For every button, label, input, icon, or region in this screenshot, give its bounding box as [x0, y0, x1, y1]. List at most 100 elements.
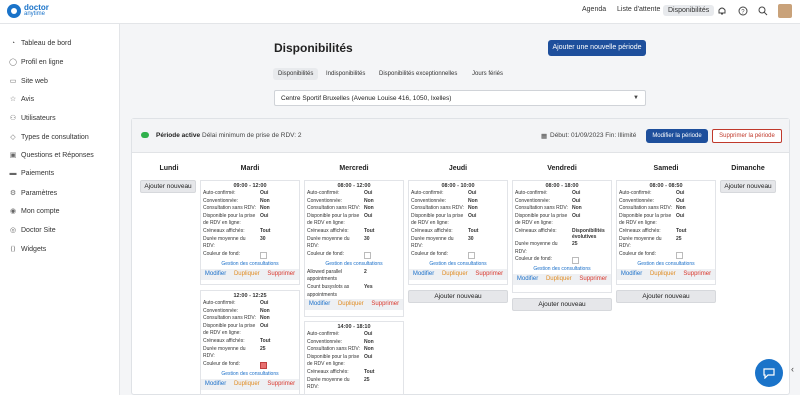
field-label: Conventionnée:: [515, 197, 551, 204]
field-value: Non: [676, 205, 686, 212]
field-value: Non: [260, 197, 270, 204]
sidebar-item-users[interactable]: ⚇ Utilisateurs: [8, 114, 56, 123]
dashboard-icon: ◔: [10, 40, 16, 47]
sidebar-item-consult-types[interactable]: ◇ Types de consultation: [8, 133, 88, 142]
add-slot-lundi-button[interactable]: Ajouter nouveau: [140, 180, 196, 193]
manage-consultations-link[interactable]: Gestion des consultations: [617, 261, 715, 267]
field-value: 30: [468, 235, 474, 242]
delete-button[interactable]: Supprimer: [579, 274, 607, 285]
sidebar-item-label: Paiements: [21, 170, 55, 177]
add-slot-jeudi-button[interactable]: Ajouter nouveau: [408, 290, 508, 303]
field-value: Oui: [676, 197, 685, 204]
tab-holidays[interactable]: Jours fériés: [467, 68, 508, 80]
manage-consultations-link[interactable]: Gestion des consultations: [513, 266, 611, 272]
tab-unavailability[interactable]: Indisponibilités: [321, 68, 370, 80]
field-value: Oui: [260, 212, 269, 219]
tab-exceptional[interactable]: Disponibilités exceptionnelles: [374, 68, 462, 80]
field-value: Non: [364, 205, 374, 212]
field-label: Durée moyenne du: [411, 235, 454, 242]
field-label: RDV:: [411, 243, 423, 250]
bell-icon[interactable]: [716, 6, 728, 18]
sidebar-item-dashboard[interactable]: ◔ Tableau de bord: [8, 40, 71, 47]
location-select[interactable]: Centre Sportif Bruxelles (Avenue Louise …: [274, 90, 646, 106]
day-header-mercredi: Mercredi: [339, 165, 369, 172]
slot-time: 08:00 - 08:50: [649, 183, 683, 189]
duplicate-button[interactable]: Dupliquer: [546, 274, 572, 285]
delete-button[interactable]: Supprimer: [371, 299, 399, 310]
field-label: Couleur de fond:: [307, 250, 344, 257]
tab-availability[interactable]: Disponibilités: [273, 68, 319, 80]
delete-button[interactable]: Supprimer: [267, 269, 295, 280]
modify-button[interactable]: Modifier: [413, 269, 434, 280]
field-value: 30: [364, 235, 370, 242]
add-slot-dimanche-button[interactable]: Ajouter nouveau: [720, 180, 776, 193]
duplicate-button[interactable]: Dupliquer: [234, 269, 260, 280]
nav-agenda[interactable]: Agenda: [582, 6, 606, 13]
field-label: Créneaux affichés:: [203, 337, 245, 344]
chat-icon[interactable]: [755, 359, 783, 387]
field-value: Non: [260, 315, 270, 322]
modify-button[interactable]: Modifier: [517, 274, 538, 285]
delete-button[interactable]: Supprimer: [475, 269, 503, 280]
sidebar-item-widgets[interactable]: ⟨⟩ Widgets: [8, 245, 46, 254]
sidebar-item-label: Avis: [21, 95, 35, 103]
duplicate-button[interactable]: Dupliquer: [442, 269, 468, 280]
color-swatch: [676, 251, 683, 259]
search-icon[interactable]: [757, 6, 769, 18]
field-label: Disponible pour la prise: [203, 212, 256, 219]
chevron-left-icon[interactable]: ‹: [791, 364, 794, 374]
manage-consultations-link[interactable]: Gestion des consultations: [201, 371, 299, 377]
slot-time: 09:00 - 12:00: [233, 183, 267, 189]
field-label: de RDV en ligne:: [515, 220, 553, 227]
manage-consultations-link[interactable]: Gestion des consultations: [409, 261, 507, 267]
duplicate-button[interactable]: Dupliquer: [234, 379, 260, 390]
add-slot-vendredi-button[interactable]: Ajouter nouveau: [512, 298, 612, 311]
field-label: Durée moyenne du: [515, 240, 558, 247]
field-label: Créneaux affichés:: [411, 227, 453, 234]
duplicate-button[interactable]: Dupliquer: [338, 299, 364, 310]
delete-button[interactable]: Supprimer: [267, 379, 295, 390]
modify-button[interactable]: Modifier: [309, 299, 330, 310]
period-delay: Délai minimum de prise de RDV: 2: [202, 132, 302, 139]
modify-button[interactable]: Modifier: [205, 379, 226, 390]
brand-logo[interactable]: doctor anytime: [7, 4, 49, 18]
field-label: Allowed parallel: [307, 268, 343, 275]
manage-consultations-link[interactable]: Gestion des consultations: [305, 261, 403, 267]
sidebar-item-website[interactable]: ▭ Site web: [8, 77, 48, 86]
sidebar-item-qa[interactable]: ▣ Questions et Réponses: [8, 151, 94, 160]
add-period-button[interactable]: Ajouter une nouvelle période: [548, 40, 646, 56]
field-label: Conventionnée:: [307, 338, 343, 345]
user-avatar[interactable]: [778, 4, 792, 18]
nav-waitlist[interactable]: Liste d'attente: [617, 6, 660, 13]
modify-button[interactable]: Modifier: [205, 269, 226, 280]
sidebar-item-settings[interactable]: ⚙ Paramètres: [8, 189, 57, 198]
sidebar-item-reviews[interactable]: ☆ Avis: [8, 95, 35, 104]
sidebar-item-profile[interactable]: ◯ Profil en ligne: [8, 58, 63, 67]
sidebar-item-label: Doctor Site: [21, 226, 56, 234]
help-icon[interactable]: ?: [737, 6, 749, 18]
edit-period-button[interactable]: Modifier la période: [646, 129, 708, 143]
field-label: Créneaux affichés:: [307, 227, 349, 234]
chevron-down-icon: ▼: [633, 95, 639, 101]
delete-button[interactable]: Supprimer: [683, 269, 711, 280]
field-label: appointments: [307, 291, 338, 298]
sidebar-item-account[interactable]: ◉ Mon compte: [8, 207, 60, 216]
field-label: de RDV en ligne:: [411, 220, 449, 227]
sidebar: ◔ Tableau de bord ◯ Profil en ligne ▭ Site …: [0, 24, 120, 395]
add-slot-samedi-button[interactable]: Ajouter nouveau: [616, 290, 716, 303]
duplicate-button[interactable]: Dupliquer: [650, 269, 676, 280]
field-label: de RDV en ligne:: [307, 361, 345, 368]
calendar-icon: ▦: [541, 133, 548, 140]
delete-period-button[interactable]: Supprimer la période: [712, 129, 782, 143]
nav-availability[interactable]: Disponibilités: [663, 5, 715, 16]
modify-button[interactable]: Modifier: [621, 269, 642, 280]
sidebar-item-doctor-site[interactable]: ◎ Doctor Site: [8, 226, 56, 235]
field-label: Créneaux affichés:: [515, 227, 557, 234]
active-toggle[interactable]: [141, 132, 149, 138]
slot-time: 08:00 - 10:00: [441, 183, 475, 189]
slot-card: 12:00 - 12:25 Auto-confirmé: Oui Conventi…: [200, 290, 300, 395]
field-value: Tout: [260, 337, 271, 344]
users-icon: ⚇: [9, 115, 17, 122]
manage-consultations-link[interactable]: Gestion des consultations: [201, 261, 299, 267]
sidebar-item-payments[interactable]: ▬ Paiements: [8, 170, 55, 177]
